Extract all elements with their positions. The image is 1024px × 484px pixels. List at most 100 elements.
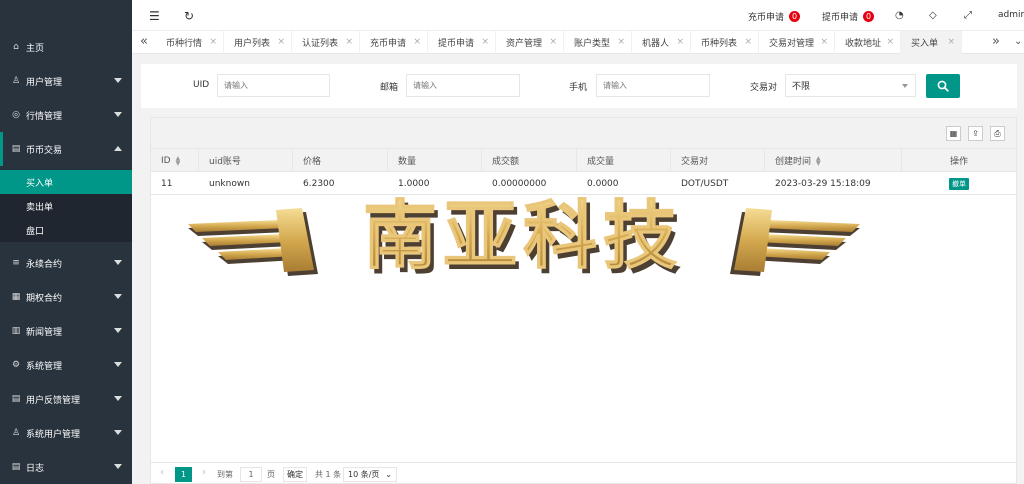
tab-label: 币种列表	[701, 39, 738, 49]
tag-icon[interactable]: ◇	[929, 10, 937, 21]
column-header-label: ID	[161, 155, 171, 166]
prev-page-icon[interactable]: ‹	[160, 467, 164, 478]
print-icon[interactable]: ⎙	[990, 126, 1005, 141]
sidebar-item-label: 用户反馈管理	[26, 395, 81, 406]
cell-action: 撤单	[902, 172, 1016, 195]
export-icon[interactable]: ⇪	[968, 126, 983, 141]
page-size-select[interactable]: 10 条/页 ⌄	[343, 467, 397, 482]
pagination: ‹ 1 › 到第 1 页 确定 共 1 条 10 条/页 ⌄	[151, 462, 1016, 484]
uid-input[interactable]	[217, 74, 330, 97]
phone-input[interactable]	[596, 74, 710, 97]
close-icon[interactable]: ×	[617, 37, 625, 47]
columns-filter-icon[interactable]: ▦	[946, 126, 961, 141]
column-header-amount: 数量	[388, 149, 482, 172]
tab-recharge[interactable]: 充币申请 ×	[360, 31, 428, 54]
tabs-menu-chevron-down-icon[interactable]: ⌄	[1014, 36, 1022, 47]
table-header: ID ▲ ▼ uid账号 价格 数量 成交额 成交量 交易对 创建时间 ▲ ▼ 操作	[151, 149, 1016, 172]
withdraw-count-badge: 0	[863, 11, 875, 22]
cancel-order-button[interactable]: 撤单	[949, 177, 969, 190]
tab-robots[interactable]: 机器人 ×	[632, 31, 691, 54]
chevron-down-icon	[114, 464, 122, 469]
tab-verification-list[interactable]: 认证列表 ×	[292, 31, 360, 54]
next-page-icon[interactable]: ›	[202, 467, 206, 478]
chevron-down-icon	[114, 78, 122, 83]
tab-buy-orders[interactable]: 买入单 ×	[901, 31, 962, 54]
tab-coin-list[interactable]: 币种列表 ×	[691, 31, 759, 54]
chevron-down-icon	[114, 396, 122, 401]
sidebar-item-news[interactable]: ▥ 新闻管理	[0, 314, 132, 348]
column-header-label: 价格	[303, 157, 322, 167]
page-size-value: 10 条/页	[348, 470, 380, 479]
close-icon[interactable]: ×	[345, 37, 353, 47]
sidebar-item-label: 日志	[26, 463, 45, 474]
close-icon[interactable]: ×	[886, 37, 894, 47]
close-icon[interactable]: ×	[676, 37, 684, 47]
sidebar-item-sys-users[interactable]: ♙ 系统用户管理	[0, 416, 132, 450]
tab-user-list[interactable]: 用户列表 ×	[224, 31, 292, 54]
fullscreen-icon[interactable]: ⤢	[964, 10, 972, 21]
close-icon[interactable]: ×	[413, 37, 421, 47]
tab-withdraw[interactable]: 提币申请 ×	[428, 31, 496, 54]
search-form: UID 邮箱 手机 交易对 不限	[141, 64, 1017, 108]
goto-page-input[interactable]: 1	[240, 467, 262, 482]
sidebar-item-feedback[interactable]: ▤ 用户反馈管理	[0, 382, 132, 416]
sidebar-item-label: 用户管理	[26, 77, 63, 88]
close-icon[interactable]: ×	[209, 37, 217, 47]
refresh-icon[interactable]: ↻	[184, 9, 194, 23]
tabs-scroll-right-icon[interactable]: »	[992, 34, 1000, 49]
gear-icon: ⚙	[11, 360, 21, 370]
goto-confirm-button[interactable]: 确定	[283, 467, 307, 482]
close-icon[interactable]: ×	[481, 37, 489, 47]
sort-icon[interactable]: ▲ ▼	[176, 155, 181, 166]
sidebar-sub-sell-orders[interactable]: 卖出单	[0, 194, 132, 218]
tab-pair-management[interactable]: 交易对管理 ×	[759, 31, 835, 54]
recharge-count-badge: 0	[789, 11, 801, 22]
sidebar-item-options[interactable]: ▦ 期权合约	[0, 280, 132, 314]
pair-select[interactable]: 不限	[785, 74, 916, 97]
recharge-requests-link[interactable]: 充币申请 0	[748, 10, 801, 23]
column-header-label: 成交额	[492, 157, 520, 167]
tab-label: 收款地址	[845, 39, 882, 49]
close-icon[interactable]: ×	[947, 37, 955, 47]
close-icon[interactable]: ×	[744, 37, 752, 47]
winged-logo-graphic: 南亚科技 南亚科技	[188, 193, 860, 284]
sidebar-sub-buy-orders[interactable]: 买入单	[0, 170, 132, 194]
chevron-up-icon	[114, 146, 122, 151]
close-icon[interactable]: ×	[820, 37, 828, 47]
email-input[interactable]	[406, 74, 520, 97]
market-icon: ◎	[12, 110, 20, 120]
sidebar-item-perpetual[interactable]: ≡ 永续合约	[0, 246, 132, 280]
tab-account-types[interactable]: 账户类型 ×	[564, 31, 632, 54]
tab-assets[interactable]: 资产管理 ×	[496, 31, 564, 54]
user-menu[interactable]: admin	[998, 10, 1024, 20]
close-icon[interactable]: ×	[277, 37, 285, 47]
close-icon[interactable]: ×	[549, 37, 557, 47]
tabs-scroll-left-icon[interactable]: «	[140, 34, 148, 49]
tab-coin-market[interactable]: 币种行情 ×	[156, 31, 224, 54]
pair-label: 交易对	[750, 83, 778, 93]
tab-label: 币种行情	[166, 39, 203, 49]
menu-toggle-icon[interactable]: ☰	[149, 9, 160, 23]
sidebar-item-logs[interactable]: ▤ 日志	[0, 450, 132, 484]
goto-label: 到第	[217, 470, 233, 479]
page-current[interactable]: 1	[175, 467, 192, 482]
sidebar-item-label: 新闻管理	[26, 327, 63, 338]
sort-icon[interactable]: ▲ ▼	[816, 155, 821, 166]
contract-icon: ≡	[12, 258, 20, 268]
column-header-id[interactable]: ID ▲ ▼	[151, 149, 199, 172]
theme-icon[interactable]: ◔	[895, 10, 904, 21]
news-icon: ▥	[11, 326, 21, 336]
sidebar-item-coin-trade[interactable]: ▤ 币币交易	[0, 132, 132, 166]
column-header-created[interactable]: 创建时间 ▲ ▼	[765, 149, 902, 172]
sidebar-item-system[interactable]: ⚙ 系统管理	[0, 348, 132, 382]
tab-label: 提币申请	[438, 39, 475, 49]
search-button[interactable]	[926, 74, 960, 98]
tab-payment-address[interactable]: 收款地址 ×	[835, 31, 901, 54]
sidebar-item-users[interactable]: ♙ 用户管理	[0, 64, 132, 98]
sidebar-item-market[interactable]: ◎ 行情管理	[0, 98, 132, 132]
column-header-label: uid账号	[209, 157, 241, 167]
sidebar-sub-orderbook[interactable]: 盘口	[0, 218, 132, 242]
sidebar-item-home[interactable]: ⌂ 主页	[0, 30, 132, 64]
withdraw-requests-link[interactable]: 提币申请 0	[822, 10, 875, 23]
sidebar: ⌂ 主页 ♙ 用户管理 ◎ 行情管理 ▤ 币币交易 买入单 卖出单 盘口 ≡ 永…	[0, 0, 132, 484]
